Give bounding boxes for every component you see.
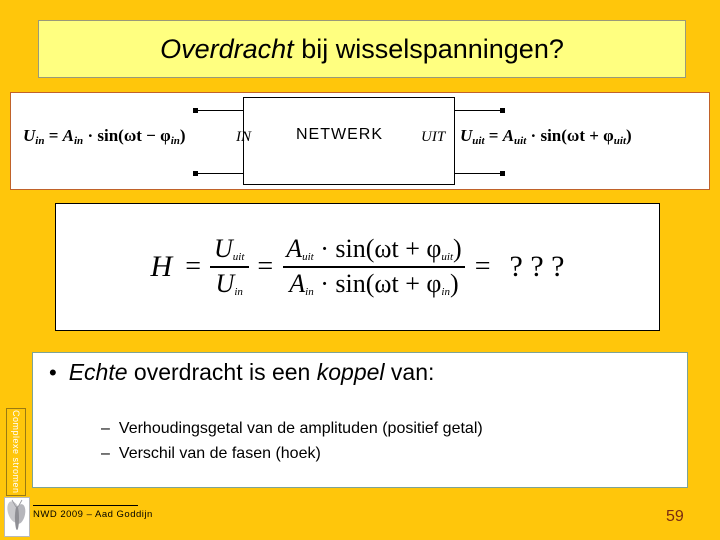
footer-divider [33,505,138,506]
network-diagram-box: Uin = Ain · sin(ωt − φin) IN NETWERK UIT… [10,92,710,190]
formula-in-arg: (ωt − φ [118,126,171,145]
main-bullet-italic-2: koppel [316,359,385,385]
sub-bullet-text: Verhoudingsgetal van de amplituden (posi… [118,420,483,437]
equals-sign-1: = [185,251,201,282]
main-bullet-text: Echte overdracht is een koppel van: [69,359,435,386]
output-wire-top [454,109,501,111]
sine-ratio-numerator: Auit · sin(ωt + φuit) [280,235,468,266]
formula-uit-arg: (ωt + φ [561,126,614,145]
network-block-label: NETWERK [296,126,383,143]
numerator-dot: · [313,234,336,264]
output-terminal-top-dot [500,108,505,113]
sine-ratio-fraction: Auit · sin(ωt + φuit) Ain · sin(ωt + φin… [280,235,468,298]
formula-in-amplitude: A [62,126,74,145]
formula-uit-amplitude-sub: uit [514,135,527,147]
numerator-arg: (ωt + φ [365,234,442,264]
output-terminal-bottom-dot [500,171,505,176]
page-title: Overdracht bij wisselspanningen? [160,34,564,65]
sub-bullet-item: – Verhoudingsgetal van de amplituden (po… [101,420,483,438]
unknown-result: ? ? ? [509,250,565,283]
bullet-content-box: • Echte overdracht is een koppel van: – … [32,352,688,488]
denominator-arg-close: ) [449,269,459,298]
a-in-symbol: A [289,269,306,298]
sub-bullet-item: – Verschil van de fasen (hoek) [101,445,321,463]
page-number: 59 [666,508,684,525]
page-title-italic-part: Overdracht [160,33,294,64]
input-voltage-formula: Uin = Ain · sin(ωt − φin) [23,126,186,147]
u-uit-subscript: uit [232,251,245,264]
numerator-sin: sin [335,234,366,264]
u-in-subscript: in [234,286,243,298]
u-in-symbol: U [215,269,235,298]
formula-uit-arg-sub: uit [613,135,627,147]
main-bullet-plain-1: overdracht is een [127,359,317,385]
sine-ratio-denominator: Ain · sin(ωt + φin) [283,266,465,299]
a-in-subscript: in [305,286,314,298]
sub-bullet-text: Verschil van de fasen (hoek) [118,445,321,462]
equals-sign-2: = [257,251,274,282]
a-uit-subscript: uit [302,251,314,264]
voltage-ratio-fraction: Uuit Uin [208,235,250,298]
slide-title-box: Overdracht bij wisselspanningen? [38,20,686,78]
formula-uit-amplitude: A [502,126,515,145]
formula-uit-sin: sin [540,126,562,145]
transfer-function-box: H = Uuit Uin = Auit · sin(ωt + φuit) Ain… [55,203,660,331]
a-uit-symbol: A [286,234,303,264]
h-symbol: H [150,250,173,283]
formula-uit-lhs-sub: uit [472,135,485,147]
formula-uit-equals: = [484,126,503,145]
formula-in-sin: sin [97,126,119,145]
transfer-function-equation: H = Uuit Uin = Auit · sin(ωt + φuit) Ain… [151,235,565,298]
bullet-marker-icon: • [49,360,57,385]
side-section-tab[interactable]: Complexe stromen [6,408,26,496]
numerator-arg-close: ) [453,234,462,264]
equals-sign-3: = [474,251,491,282]
dash-marker-icon: – [101,445,110,462]
side-section-tab-label: Complexe stromen [11,410,21,494]
formula-in-lhs: U [23,126,36,145]
formula-in-amplitude-sub: in [74,135,84,147]
input-wire-top [197,109,244,111]
page-title-plain-part: bij wisselspanningen? [293,33,564,64]
footer-thumbnail-image [4,497,30,537]
footer-credit: NWD 2009 – Aad Goddijn [33,509,153,520]
formula-in-arg-close: ) [179,126,186,145]
formula-uit-arg-close: ) [626,126,632,145]
main-bullet-item: • Echte overdracht is een koppel van: [49,359,434,386]
formula-in-equals: = [44,126,63,145]
u-uit-symbol: U [214,234,233,264]
main-bullet-plain-2: van: [384,359,435,385]
main-bullet-italic-1: Echte [68,359,128,385]
formula-uit-dot: · [526,126,541,145]
input-wire-bottom [197,172,244,174]
voltage-ratio-denominator: Uin [209,266,249,299]
formula-in-arg-sub: in [170,135,180,147]
output-port-label: UIT [421,129,446,145]
output-wire-bottom [454,172,501,174]
denominator-arg: (ωt + φ [365,269,442,298]
denominator-dot: · [313,269,336,298]
formula-uit-lhs: U [460,126,473,145]
denominator-arg-subscript: in [441,286,450,298]
numerator-arg-subscript: uit [441,251,454,264]
denominator-sin: sin [335,269,366,298]
moth-illustration-icon [7,499,26,530]
output-voltage-formula: Uuit = Auit · sin(ωt + φuit) [460,126,632,147]
formula-in-dot: · [83,126,98,145]
dash-marker-icon: – [101,420,110,437]
voltage-ratio-numerator: Uuit [208,235,250,266]
